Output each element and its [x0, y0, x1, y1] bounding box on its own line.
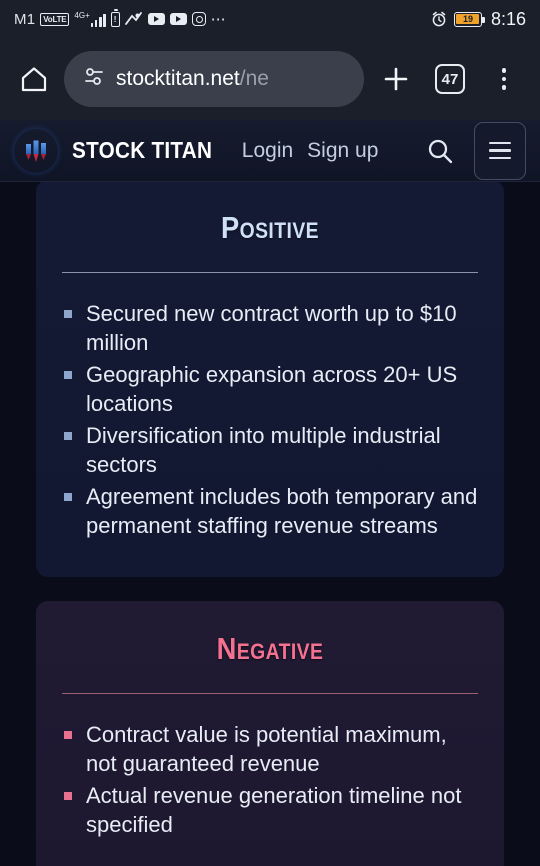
url-text[interactable]: stocktitan.net/ne	[116, 67, 269, 91]
browser-menu-button[interactable]	[482, 57, 526, 101]
network-type-label: 4G+	[74, 10, 90, 20]
status-bar-left: M1 VoLTE 4G+ ! ⋯	[14, 9, 431, 28]
positive-card: Positive Secured new contract worth up t…	[36, 182, 504, 578]
search-button[interactable]	[420, 131, 460, 171]
list-item: Contract value is potential maximum, not…	[62, 720, 478, 778]
plus-icon	[384, 67, 408, 91]
logo-trident-icon	[26, 140, 46, 162]
home-button[interactable]	[14, 59, 54, 99]
stock-titan-logo[interactable]	[14, 129, 58, 173]
positive-card-title: Positive	[220, 210, 320, 245]
list-item: Diversification into multiple industrial…	[62, 421, 478, 479]
brand-name[interactable]: STOCK TITAN	[72, 137, 212, 164]
page-content: Positive Secured new contract worth up t…	[0, 182, 540, 866]
positive-bullet-list: Secured new contract worth up to $10 mil…	[62, 299, 478, 540]
tune-icon[interactable]	[82, 65, 106, 94]
list-item: Secured new contract worth up to $10 mil…	[62, 299, 478, 357]
more-notifications-icon: ⋯	[210, 10, 227, 28]
negative-bullet-list: Contract value is potential maximum, not…	[62, 720, 478, 839]
vertical-dots-icon	[501, 68, 507, 90]
negative-card-divider	[62, 693, 478, 695]
tab-switcher-button[interactable]: 47	[428, 57, 472, 101]
battery-percent-label: 19	[462, 14, 473, 24]
activity-icon	[124, 12, 143, 26]
list-item: Agreement includes both temporary and pe…	[62, 482, 478, 540]
new-tab-button[interactable]	[374, 57, 418, 101]
volte-badge: VoLTE	[40, 12, 70, 26]
signup-link[interactable]: Sign up	[307, 139, 378, 163]
site-header: STOCK TITAN Login Sign up	[0, 120, 540, 182]
negative-card-title: Negative	[216, 631, 324, 667]
positive-card-divider	[62, 272, 478, 273]
browser-toolbar: stocktitan.net/ne 47	[0, 38, 540, 120]
clock-label: 8:16	[490, 8, 526, 29]
youtube-music-icon	[169, 13, 187, 25]
signal-strength-icon	[90, 13, 106, 27]
address-bar[interactable]: stocktitan.net/ne	[64, 51, 364, 107]
battery-alert-icon: !	[110, 9, 120, 27]
tab-count-label: 47	[435, 64, 465, 94]
list-item: Geographic expansion across 20+ US locat…	[62, 360, 478, 418]
negative-card: Negative Contract value is potential max…	[36, 601, 504, 866]
url-domain: stocktitan.net	[116, 67, 240, 90]
list-item: Actual revenue generation timeline not s…	[62, 781, 478, 839]
battery-icon: 19	[453, 11, 485, 27]
android-status-bar: M1 VoLTE 4G+ ! ⋯ 19 8:16	[0, 0, 540, 38]
login-link[interactable]: Login	[242, 139, 293, 163]
carrier-label: M1	[14, 10, 36, 28]
home-icon	[21, 67, 47, 92]
url-path: /ne	[239, 67, 269, 90]
alarm-icon	[431, 11, 447, 27]
signal-bars-icon: 4G+	[74, 10, 106, 27]
hamburger-icon	[489, 141, 511, 145]
search-icon	[428, 139, 453, 163]
hamburger-menu-button[interactable]	[474, 121, 526, 180]
youtube-icon	[147, 13, 165, 25]
status-bar-right: 19 8:16	[431, 9, 526, 30]
instagram-icon	[191, 12, 206, 26]
